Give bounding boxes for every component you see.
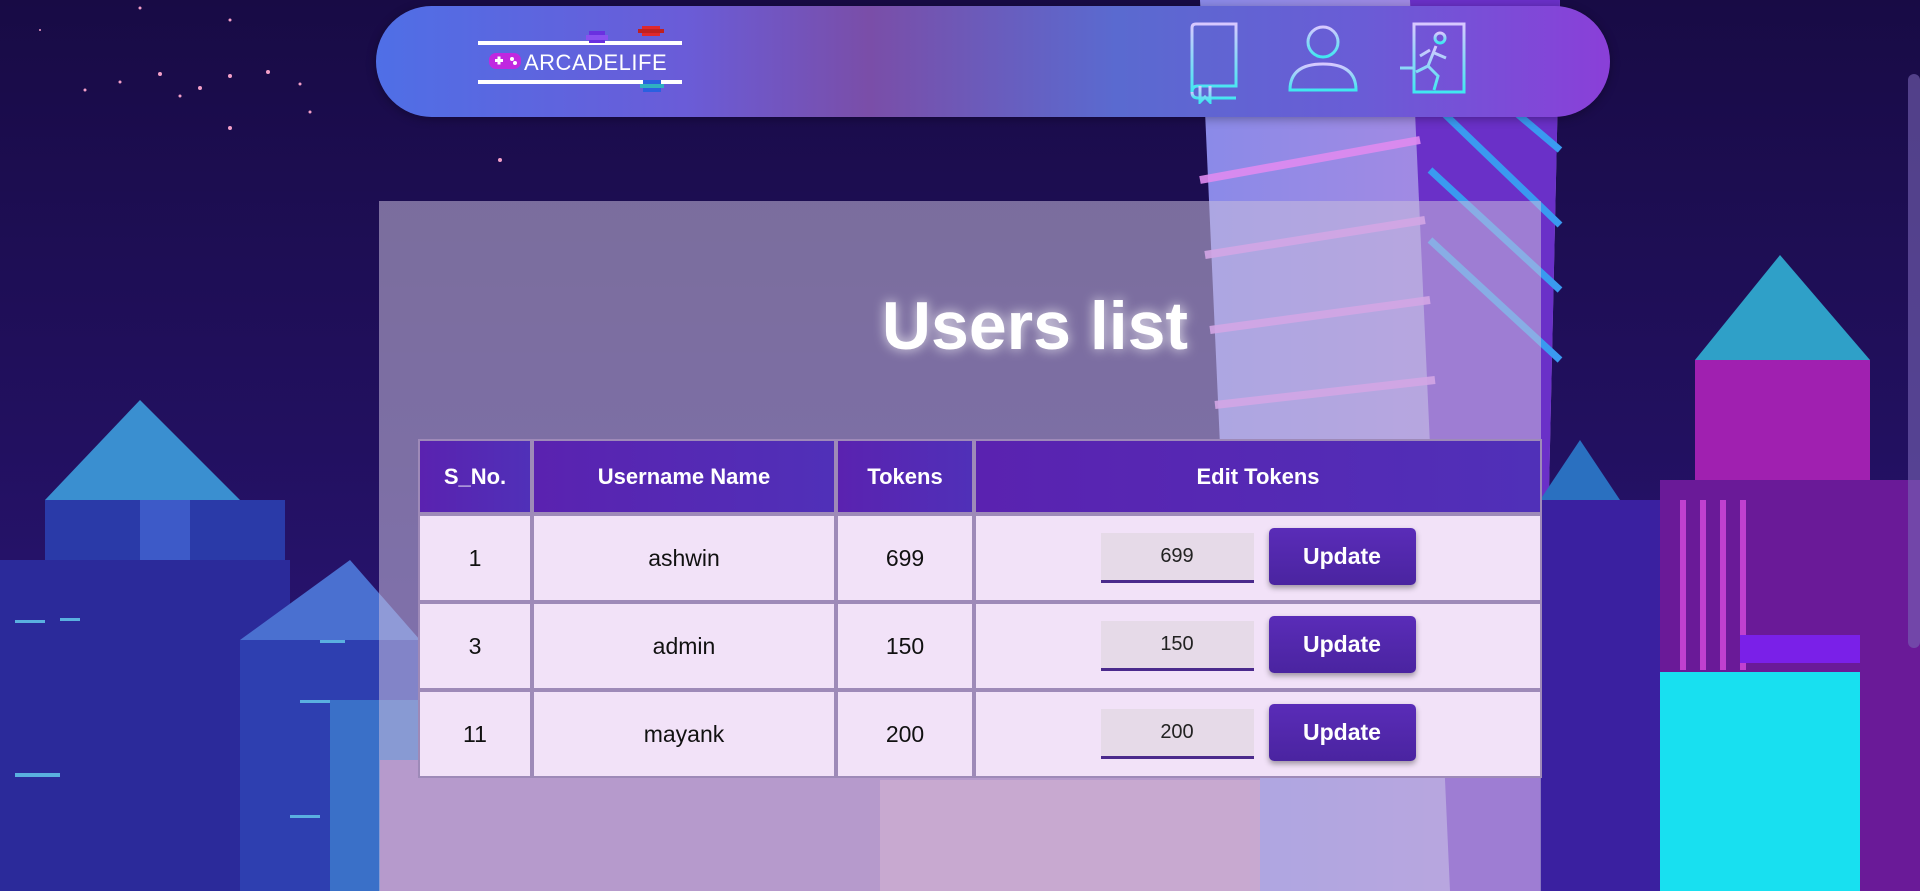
- header-tokens: Tokens: [836, 439, 974, 514]
- table-row: 11 mayank 200 Update: [418, 690, 1542, 778]
- header-edit-tokens: Edit Tokens: [974, 439, 1542, 514]
- tokens-input[interactable]: [1100, 709, 1254, 759]
- cell-tokens: 200: [836, 690, 974, 778]
- table-row: 1 ashwin 699 Update: [418, 514, 1542, 602]
- cell-sno: 3: [418, 602, 532, 690]
- update-button[interactable]: Update: [1268, 527, 1416, 585]
- cell-sno: 1: [418, 514, 532, 602]
- invader-blue-icon: [640, 80, 664, 92]
- user-icon[interactable]: [1287, 24, 1359, 92]
- table-header-row: S_No. Username Name Tokens Edit Tokens: [418, 439, 1542, 514]
- update-button[interactable]: Update: [1268, 615, 1416, 673]
- tokens-input[interactable]: [1100, 533, 1254, 583]
- table-row: 3 admin 150 Update: [418, 602, 1542, 690]
- update-button[interactable]: Update: [1268, 703, 1416, 761]
- gamepad-icon: [489, 53, 521, 69]
- cell-tokens: 699: [836, 514, 974, 602]
- brand-logo[interactable]: ARCADELIFE: [478, 26, 684, 96]
- cell-username: ashwin: [532, 514, 836, 602]
- cell-edit-tokens: Update: [974, 514, 1542, 602]
- edit-tokens-controls: Update: [976, 615, 1540, 673]
- header-sno: S_No.: [418, 439, 532, 514]
- header-username: Username Name: [532, 439, 836, 514]
- logout-exit-icon[interactable]: [1398, 22, 1468, 94]
- book-icon[interactable]: [1186, 22, 1240, 104]
- brand-name: ARCADELIFE: [524, 50, 668, 75]
- invader-purple-icon: [586, 31, 608, 43]
- cell-username: admin: [532, 602, 836, 690]
- page-scrollbar[interactable]: [1908, 74, 1920, 648]
- cell-username: mayank: [532, 690, 836, 778]
- tokens-input[interactable]: [1100, 621, 1254, 671]
- page-title: Users list: [881, 288, 1189, 364]
- cell-edit-tokens: Update: [974, 602, 1542, 690]
- users-panel: Users list S_No. Username Name Tokens Ed…: [379, 201, 1542, 891]
- invader-red-icon: [638, 26, 664, 36]
- users-table: S_No. Username Name Tokens Edit Tokens 1…: [418, 439, 1542, 778]
- edit-tokens-controls: Update: [976, 703, 1540, 761]
- edit-tokens-controls: Update: [976, 527, 1540, 585]
- cell-sno: 11: [418, 690, 532, 778]
- cell-edit-tokens: Update: [974, 690, 1542, 778]
- cell-tokens: 150: [836, 602, 974, 690]
